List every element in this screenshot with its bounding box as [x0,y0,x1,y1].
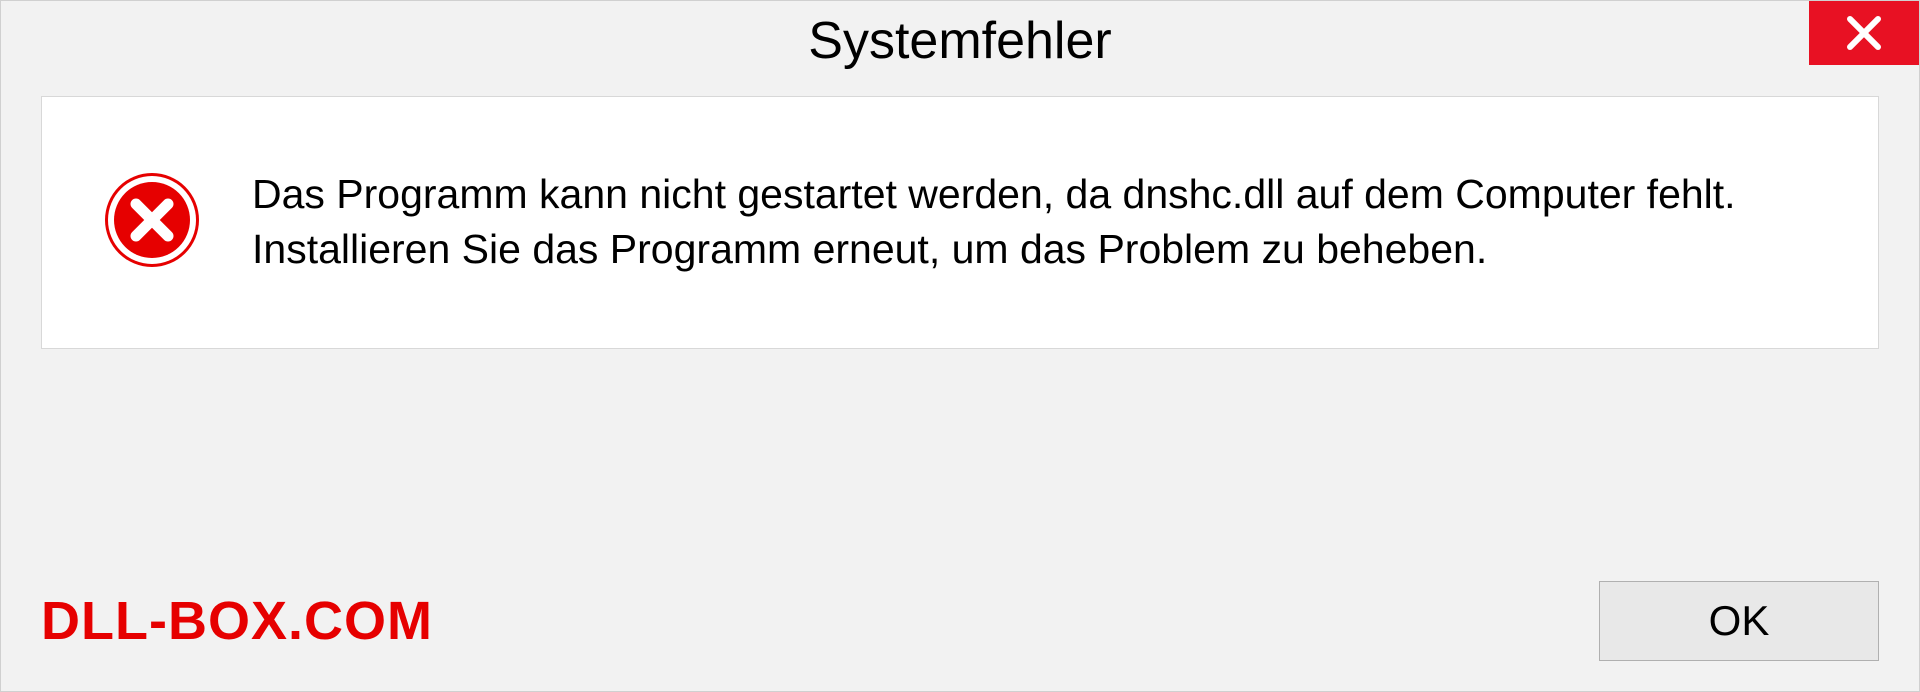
ok-button[interactable]: OK [1599,581,1879,661]
close-button[interactable] [1809,1,1919,65]
content-area: Das Programm kann nicht gestartet werden… [41,96,1879,349]
error-message: Das Programm kann nicht gestartet werden… [252,167,1818,278]
titlebar: Systemfehler [1,1,1919,81]
close-icon [1844,13,1884,53]
watermark-text: DLL-BOX.COM [41,590,433,652]
system-error-dialog: Systemfehler Das Programm kann nicht ges… [0,0,1920,692]
error-icon [102,170,202,275]
dialog-title: Systemfehler [808,11,1111,71]
dialog-footer: DLL-BOX.COM OK [41,581,1879,661]
